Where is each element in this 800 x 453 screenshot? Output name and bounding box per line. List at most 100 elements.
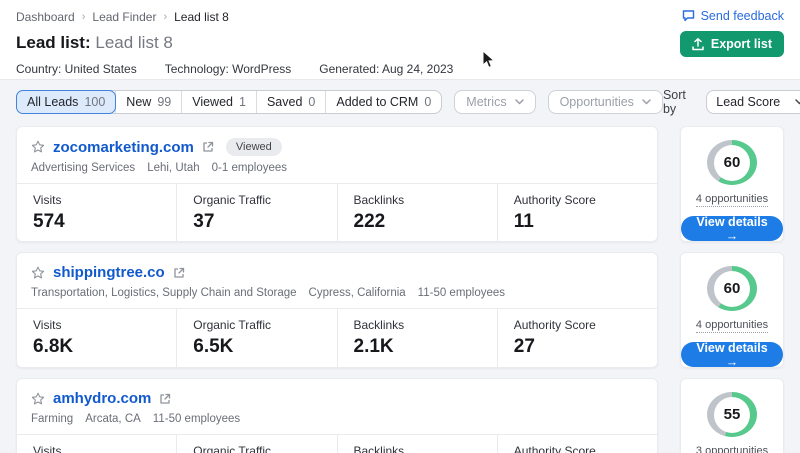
external-link-icon[interactable] (202, 141, 214, 153)
view-details-button[interactable]: View details → (681, 342, 783, 367)
sort-select-value: Lead Score (716, 95, 780, 109)
opportunities-dropdown[interactable]: Opportunities (548, 90, 663, 114)
tab-added-to-crm[interactable]: Added to CRM 0 (325, 91, 441, 113)
lead-subtitle: Advertising Services Lehi, Utah 0-1 empl… (31, 162, 643, 174)
lead-industry: Transportation, Logistics, Supply Chain … (31, 287, 297, 299)
sort-select[interactable]: Lead Score (706, 90, 800, 114)
lead-score-donut: 60 (707, 266, 757, 311)
lead-metrics: Visits 6.8K Organic Traffic 6.5K Backlin… (17, 308, 657, 367)
chevron-down-icon (642, 99, 651, 105)
lead-domain-link[interactable]: amhydro.com (53, 390, 151, 407)
breadcrumb-lead-list-8: Lead list 8 (174, 10, 229, 24)
metrics-dropdown[interactable]: Metrics (454, 90, 535, 114)
metric-authority-score: Authority Score 11 (497, 184, 657, 241)
lead-score-panel: 60 4 opportunities View details → (680, 252, 784, 368)
page-title: Lead list: Lead list 8 (16, 33, 784, 53)
lead-card-head: zocomarketing.com Viewed Advertising Ser… (17, 127, 657, 183)
metric-authority-score: Authority Score (497, 435, 657, 453)
page-header: Dashboard › Lead Finder › Lead list 8 Le… (0, 0, 800, 80)
tab-viewed[interactable]: Viewed 1 (181, 91, 256, 113)
star-icon[interactable] (31, 140, 45, 154)
metrics-dropdown-label: Metrics (466, 95, 506, 109)
tab-viewed-count: 1 (239, 95, 246, 109)
lead-score-value: 60 (714, 271, 750, 307)
metric-authority-score: Authority Score 27 (497, 309, 657, 367)
tab-new-count: 99 (157, 95, 171, 109)
lead-card-head: shippingtree.co Transportation, Logistic… (17, 253, 657, 308)
lead-score-panel: 55 3 opportunities View details → (680, 378, 784, 453)
chevron-down-icon (795, 99, 800, 105)
lead-domain-link[interactable]: zocomarketing.com (53, 139, 194, 156)
lead-row: zocomarketing.com Viewed Advertising Ser… (16, 126, 784, 242)
lead-industry: Advertising Services (31, 162, 135, 174)
send-feedback-link[interactable]: Send feedback (682, 9, 784, 23)
lead-list: zocomarketing.com Viewed Advertising Ser… (0, 126, 800, 453)
breadcrumb-separator: › (82, 11, 86, 23)
external-link-icon[interactable] (173, 267, 185, 279)
lead-score-value: 55 (714, 397, 750, 433)
lead-employees: 11-50 employees (153, 413, 240, 425)
lead-score-donut: 55 (707, 392, 757, 437)
meta-generated: Generated: Aug 24, 2023 (319, 62, 453, 76)
lead-row: amhydro.com Farming Arcata, CA 11-50 emp… (16, 378, 784, 453)
lead-employees: 0-1 employees (212, 162, 287, 174)
viewed-badge: Viewed (226, 138, 282, 156)
lead-card-head: amhydro.com Farming Arcata, CA 11-50 emp… (17, 379, 657, 434)
chevron-down-icon (515, 99, 524, 105)
star-icon[interactable] (31, 392, 45, 406)
lead-location: Arcata, CA (85, 413, 141, 425)
metric-organic-traffic: Organic Traffic 37 (176, 184, 336, 241)
metric-visits: Visits 6.8K (17, 309, 176, 367)
meta-technology: Technology: WordPress (165, 62, 292, 76)
lead-subtitle: Transportation, Logistics, Supply Chain … (31, 287, 643, 299)
lead-row: shippingtree.co Transportation, Logistic… (16, 252, 784, 368)
metric-organic-traffic: Organic Traffic 6.5K (176, 309, 336, 367)
filters-toolbar: All Leads 100 New 99 Viewed 1 Saved 0 Ad… (16, 88, 784, 116)
metric-backlinks: Backlinks (337, 435, 497, 453)
sort-area: Sort by Lead Score (663, 88, 800, 116)
lead-metrics: Visits Organic Traffic Backlinks Authori… (17, 434, 657, 453)
page-title-value: Lead list 8 (95, 33, 173, 52)
opportunities-link[interactable]: 4 opportunities (696, 319, 768, 333)
tab-saved-label: Saved (267, 95, 302, 109)
metric-organic-traffic: Organic Traffic (176, 435, 336, 453)
lead-metrics: Visits 574 Organic Traffic 37 Backlinks … (17, 183, 657, 241)
tab-new[interactable]: New 99 (115, 91, 181, 113)
star-icon[interactable] (31, 266, 45, 280)
sort-by-label: Sort by (663, 88, 698, 116)
tab-added-to-crm-label: Added to CRM (336, 95, 418, 109)
lead-location: Cypress, California (309, 287, 406, 299)
lead-industry: Farming (31, 413, 73, 425)
opportunities-link[interactable]: 4 opportunities (696, 193, 768, 207)
metric-visits: Visits 574 (17, 184, 176, 241)
tab-all-leads-count: 100 (84, 95, 105, 109)
tab-added-to-crm-count: 0 (424, 95, 431, 109)
lead-card: zocomarketing.com Viewed Advertising Ser… (16, 126, 658, 242)
lead-employees: 11-50 employees (418, 287, 505, 299)
metric-backlinks: Backlinks 2.1K (337, 309, 497, 367)
export-list-label: Export list (711, 37, 772, 51)
lead-subtitle: Farming Arcata, CA 11-50 employees (31, 413, 643, 425)
breadcrumb-dashboard[interactable]: Dashboard (16, 10, 75, 24)
tab-saved-count: 0 (308, 95, 315, 109)
tab-viewed-label: Viewed (192, 95, 233, 109)
metric-backlinks: Backlinks 222 (337, 184, 497, 241)
export-upload-icon (692, 38, 704, 51)
feedback-bubble-icon (682, 10, 695, 22)
lead-card: amhydro.com Farming Arcata, CA 11-50 emp… (16, 378, 658, 453)
breadcrumb-lead-finder[interactable]: Lead Finder (92, 10, 156, 24)
lead-domain-link[interactable]: shippingtree.co (53, 264, 165, 281)
tab-all-leads[interactable]: All Leads 100 (16, 90, 116, 114)
view-details-button[interactable]: View details → (681, 216, 783, 241)
lead-location: Lehi, Utah (147, 162, 199, 174)
breadcrumb-separator: › (163, 11, 167, 23)
meta-country: Country: United States (16, 62, 137, 76)
tab-saved[interactable]: Saved 0 (256, 91, 325, 113)
lead-card: shippingtree.co Transportation, Logistic… (16, 252, 658, 368)
external-link-icon[interactable] (159, 393, 171, 405)
lead-score-panel: 60 4 opportunities View details → (680, 126, 784, 242)
export-list-button[interactable]: Export list (680, 31, 784, 57)
lead-score-value: 60 (714, 145, 750, 181)
opportunities-dropdown-label: Opportunities (560, 95, 634, 109)
opportunities-link[interactable]: 3 opportunities (696, 445, 768, 453)
